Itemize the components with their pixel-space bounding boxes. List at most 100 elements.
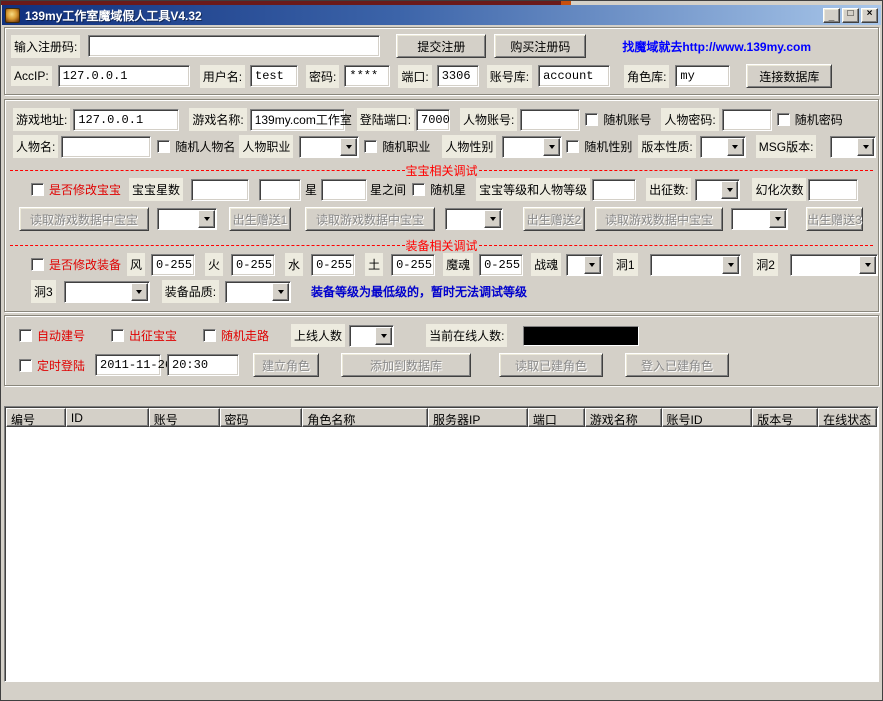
submit-register-button[interactable]: 提交注册 — [396, 34, 486, 58]
column-header[interactable]: 服务器IP — [428, 408, 528, 427]
roles-table-body[interactable] — [6, 427, 877, 680]
earth-input[interactable]: 0-255 — [391, 254, 435, 276]
dropdown-arrow-icon[interactable] — [272, 283, 289, 301]
dropdown-arrow-icon[interactable] — [340, 138, 357, 156]
create-role-button[interactable]: 建立角色 — [253, 353, 319, 377]
login-port-input[interactable]: 7000 — [416, 109, 450, 131]
read-pet-button-1[interactable]: 读取游戏数据中宝宝 — [19, 207, 149, 231]
dropdown-arrow-icon[interactable] — [722, 256, 739, 274]
dropdown-arrow-icon[interactable] — [857, 138, 874, 156]
column-header[interactable]: 角色名称 — [302, 408, 428, 427]
equip-quality-select[interactable] — [225, 281, 291, 303]
column-header[interactable]: 密码 — [220, 408, 303, 427]
column-header[interactable]: 端口 — [528, 408, 585, 427]
dropdown-arrow-icon[interactable] — [727, 138, 744, 156]
wind-input[interactable]: 0-255 — [151, 254, 195, 276]
account-db-input[interactable]: account — [538, 65, 610, 87]
pet-expedition-checkbox[interactable] — [111, 329, 124, 342]
role-account-input[interactable] — [520, 109, 580, 131]
read-pet-button-2[interactable]: 读取游戏数据中宝宝 — [305, 207, 435, 231]
register-code-label: 输入注册码: — [11, 35, 80, 58]
version-type-select[interactable] — [700, 136, 746, 158]
dropdown-arrow-icon[interactable] — [584, 256, 601, 274]
column-header[interactable]: 游戏名称 — [585, 408, 662, 427]
dropdown-arrow-icon[interactable] — [484, 210, 501, 228]
huanhua-input[interactable] — [808, 179, 858, 201]
warsoul-select[interactable] — [566, 254, 603, 276]
role-job-select[interactable] — [299, 136, 359, 158]
birth-gift-button-3[interactable]: 出生赠送3 — [806, 207, 863, 231]
read-pet-button-3[interactable]: 读取游戏数据中宝宝 — [595, 207, 723, 231]
modify-equip-checkbox[interactable] — [31, 258, 44, 271]
pet-gift-select-2[interactable] — [445, 208, 503, 230]
msg-version-select[interactable] — [830, 136, 876, 158]
game-addr-input[interactable]: 127.0.0.1 — [73, 109, 179, 131]
login-port-label: 登陆端口: — [357, 108, 414, 131]
random-account-checkbox[interactable] — [585, 113, 598, 126]
game-name-input[interactable]: 139my.com工作室 — [250, 109, 345, 131]
dropdown-arrow-icon[interactable] — [131, 283, 148, 301]
login-time-input[interactable]: 20:30 — [167, 354, 239, 376]
timed-login-checkbox[interactable] — [19, 359, 32, 372]
pet-star-input-3[interactable] — [321, 179, 367, 201]
birth-gift-button-2[interactable]: 出生赠送2 — [523, 207, 585, 231]
close-button[interactable]: × — [861, 8, 878, 23]
role-password-label: 人物密码: — [661, 108, 718, 131]
modify-equip-label: 是否修改装备 — [49, 256, 121, 273]
random-name-checkbox[interactable] — [157, 140, 170, 153]
random-walk-checkbox[interactable] — [203, 329, 216, 342]
auto-create-checkbox[interactable] — [19, 329, 32, 342]
water-input[interactable]: 0-255 — [311, 254, 355, 276]
online-count-select[interactable] — [349, 325, 394, 347]
login-roles-button[interactable]: 登入已建角色 — [625, 353, 729, 377]
fire-input[interactable]: 0-255 — [231, 254, 275, 276]
buy-register-button[interactable]: 购买注册码 — [494, 34, 586, 58]
random-gender-checkbox[interactable] — [566, 140, 579, 153]
register-code-input[interactable] — [88, 35, 380, 57]
hole1-select[interactable] — [650, 254, 742, 276]
random-job-label: 随机职业 — [382, 138, 430, 155]
random-walk-label: 随机走路 — [221, 327, 269, 344]
dropdown-arrow-icon[interactable] — [198, 210, 215, 228]
role-password-input[interactable] — [722, 109, 772, 131]
expedition-count-select[interactable] — [695, 179, 740, 201]
db-pwd-input[interactable]: **** — [344, 65, 390, 87]
pet-gift-select-1[interactable] — [157, 208, 217, 230]
dropdown-arrow-icon[interactable] — [721, 181, 738, 199]
column-header[interactable]: 账号 — [149, 408, 220, 427]
hole2-select[interactable] — [790, 254, 878, 276]
dropdown-arrow-icon[interactable] — [859, 256, 876, 274]
hole3-select[interactable] — [64, 281, 150, 303]
website-link[interactable]: 找魔域就去http://www.139my.com — [622, 38, 811, 55]
connect-db-button[interactable]: 连接数据库 — [746, 64, 832, 88]
pet-star-input-1[interactable] — [191, 179, 249, 201]
column-header[interactable]: 版本号 — [752, 408, 818, 427]
birth-gift-button-1[interactable]: 出生赠送1 — [229, 207, 291, 231]
read-roles-button[interactable]: 读取已建角色 — [499, 353, 603, 377]
db-user-input[interactable]: test — [250, 65, 298, 87]
dropdown-arrow-icon[interactable] — [543, 138, 560, 156]
mosoul-input[interactable]: 0-255 — [479, 254, 523, 276]
random-job-checkbox[interactable] — [364, 140, 377, 153]
random-star-checkbox[interactable] — [412, 183, 425, 196]
dropdown-arrow-icon[interactable] — [375, 327, 392, 345]
role-name-input[interactable] — [61, 136, 151, 158]
minimize-button[interactable]: _ — [823, 8, 840, 23]
add-to-db-button[interactable]: 添加到数据库 — [341, 353, 471, 377]
column-header[interactable]: 账号ID — [662, 408, 753, 427]
maximize-button[interactable]: □ — [842, 8, 859, 23]
dropdown-arrow-icon[interactable] — [769, 210, 786, 228]
random-password-checkbox[interactable] — [777, 113, 790, 126]
db-port-input[interactable]: 3306 — [437, 65, 479, 87]
modify-pet-checkbox[interactable] — [31, 183, 44, 196]
column-header[interactable]: ID — [66, 408, 149, 427]
pet-star-input-2[interactable] — [259, 179, 301, 201]
accip-input[interactable]: 127.0.0.1 — [58, 65, 190, 87]
column-header[interactable]: 在线状态 — [818, 408, 877, 427]
column-header[interactable]: 编号 — [6, 408, 66, 427]
login-date-input[interactable]: 2011-11-26 — [95, 354, 161, 376]
role-gender-select[interactable] — [502, 136, 562, 158]
role-db-input[interactable]: my — [675, 65, 730, 87]
pet-level-input[interactable] — [592, 179, 636, 201]
pet-gift-select-3[interactable] — [731, 208, 788, 230]
